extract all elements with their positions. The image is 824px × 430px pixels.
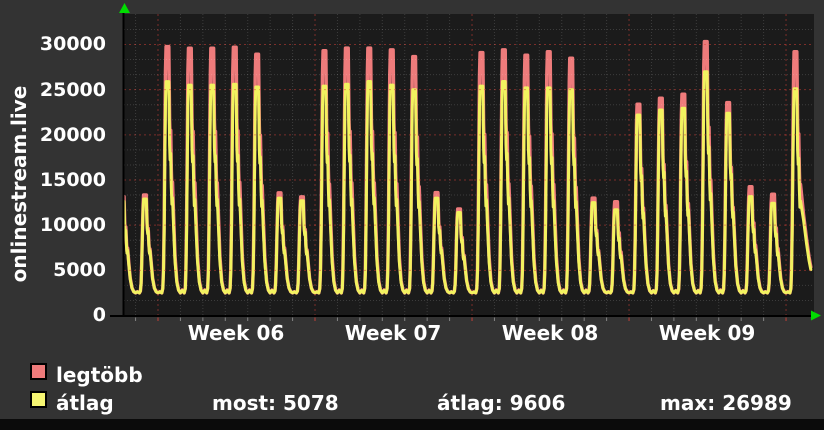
page-bottom-bar — [0, 419, 824, 430]
stat-average-label: átlag: — [437, 391, 503, 415]
legend-swatch-max — [30, 363, 47, 380]
y-axis-label: 30000 — [39, 33, 106, 55]
y-axis-label: 15000 — [39, 169, 106, 191]
stat-max-value: 26989 — [722, 391, 792, 415]
legend-label-avg: átlag — [56, 391, 114, 415]
stat-current-label: most: — [212, 391, 277, 415]
y-axis-label: 20000 — [39, 124, 106, 146]
x-axis-week-label: Week 06 — [187, 321, 285, 345]
stat-average-value: 9606 — [509, 391, 566, 415]
stat-max-label: max: — [660, 391, 716, 415]
stat-max: max: 26989 — [660, 391, 792, 415]
y-axis-label: 10000 — [39, 214, 106, 236]
y-axis-arrow-icon — [119, 3, 130, 13]
legend-label-max: legtöbb — [56, 363, 143, 387]
stat-current: most: 5078 — [212, 391, 339, 415]
y-axis-label: 0 — [92, 304, 106, 326]
x-axis-week-label: Week 07 — [344, 321, 442, 345]
x-axis-arrow-icon — [811, 310, 821, 321]
x-axis-week-label: Week 08 — [501, 321, 599, 345]
stat-average: átlag: 9606 — [437, 391, 565, 415]
y-axis-label: 25000 — [39, 79, 106, 101]
stat-current-value: 5078 — [283, 391, 339, 415]
listener-stats-graph: onlinestream.live 30000 25000 20000 1500… — [0, 0, 824, 430]
legend-swatch-avg — [30, 391, 47, 408]
x-axis-week-label: Week 09 — [658, 321, 756, 345]
y-axis-label: 5000 — [53, 259, 106, 281]
